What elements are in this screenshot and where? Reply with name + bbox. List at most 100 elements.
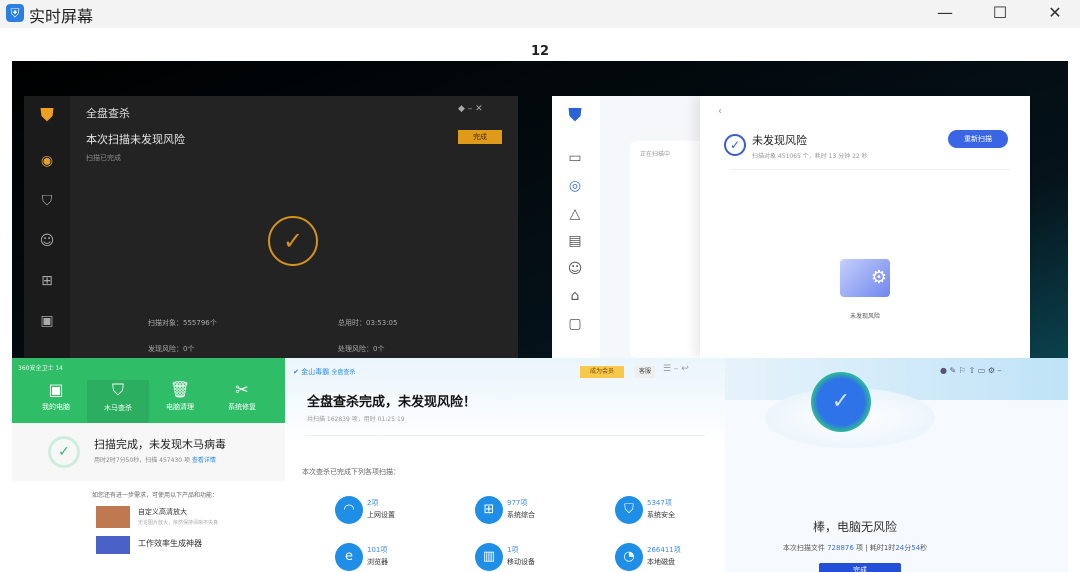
- headline: 全盘查杀完成，未发现风险！: [307, 395, 477, 410]
- report-icon[interactable]: ▣: [37, 311, 57, 331]
- promo-intro: 如您还有进一步需求，可使用以下产品和功能：: [92, 492, 219, 499]
- sidebar: ⛊ ◉ ⛉ ☺ ⊞ ▣: [24, 96, 70, 358]
- status-text: 扫描已完成: [86, 154, 121, 162]
- scan-summary: 用时2时7分50秒，扫描 457430 项 查看详情: [94, 455, 216, 464]
- blue-antivirus-window: ⛊ ▭ ◎ △ ▤ ☺ ⌂ ▢ 正在扫描中 ‹ ✓ 未发现风险 扫描对象 451…: [552, 96, 1030, 358]
- tab-cleanup[interactable]: 🗑 电脑清理: [149, 380, 211, 412]
- tab-repair[interactable]: ✂ 系统修复: [211, 380, 273, 412]
- screen-number: 12: [530, 44, 550, 59]
- shield-icon[interactable]: ◎: [565, 176, 585, 196]
- window-controls-icon[interactable]: ◆ – ✕: [458, 104, 483, 114]
- item-count: 977项: [507, 499, 528, 507]
- tab-label: 我的电脑: [42, 403, 70, 411]
- item-count: 1项: [507, 546, 519, 554]
- item-label: 浏览器: [367, 558, 388, 566]
- close-button[interactable]: ✕: [1032, 2, 1078, 26]
- headline: 扫描完成，未发现木马病毒: [94, 438, 226, 451]
- scan-item: ⊞ 977项 系统综合: [475, 496, 605, 532]
- tab-label: 电脑清理: [166, 403, 194, 411]
- scanning-text: 正在扫描中: [640, 151, 671, 158]
- divider: [305, 435, 705, 436]
- summary-text: 用时2时7分50秒，扫描 457430 项: [94, 457, 190, 464]
- seconds-unit: 秒: [920, 544, 928, 552]
- item-label: 上网设置: [367, 511, 395, 519]
- window-title: 全盘查杀: [86, 107, 130, 120]
- 360-window: 360安全卫士 14 ▣ 我的电脑 ⛉ 木马查杀 🗑 电脑清理 ✂ 系统修复 ✓ 扫描完…: [12, 358, 287, 572]
- window-title: 实时屏幕: [29, 7, 94, 26]
- stat-handled: 处理风险：0个: [338, 345, 385, 353]
- intro-text: 本次查杀已完成下列各项扫描：: [302, 468, 400, 476]
- user-icon[interactable]: ☺: [565, 259, 585, 279]
- stat-scanned: 扫描对象：555796个: [148, 319, 217, 327]
- headline: 棒，电脑无风险: [812, 520, 897, 534]
- service-button[interactable]: 客服: [635, 366, 655, 378]
- background-panel: 正在扫描中: [630, 141, 710, 358]
- divider: [730, 169, 1010, 170]
- shield-icon: ⛉: [615, 496, 643, 524]
- window-controls-icon[interactable]: ☰ – ↩: [663, 364, 689, 374]
- file-count: 728876: [827, 544, 854, 552]
- check-icon: ✓: [268, 216, 318, 266]
- empty-text: 未发现风险: [849, 313, 880, 320]
- user-icon[interactable]: ☺: [37, 231, 57, 251]
- shield-icon: ⛉: [111, 380, 124, 399]
- minutes: 24: [895, 544, 905, 552]
- wrench-icon: ✂: [235, 380, 249, 399]
- vip-button[interactable]: 成为会员: [580, 366, 624, 378]
- title-bar: ⛨ 实时屏幕 — ☐ ✕: [0, 0, 1080, 28]
- item-count: 2项: [367, 499, 379, 507]
- folder-gear-icon: ⚙: [840, 259, 890, 297]
- app-label: 金山毒霸: [301, 368, 330, 376]
- details-link[interactable]: 查看详情: [192, 457, 216, 464]
- disk-icon: ◔: [615, 543, 643, 571]
- toolbar-icons[interactable]: ● ✎ ⚐ ⇧ ▭ ⚙ –: [940, 366, 1002, 375]
- scan-summary: 本次扫描文件 728876 项 | 耗时1时24分54秒: [725, 543, 985, 553]
- remote-screen[interactable]: ⛊ ◉ ⛉ ☺ ⊞ ▣ 全盘查杀 ◆ – ✕ 本次扫描未发现风险 扫描已完成 完…: [12, 61, 1068, 572]
- promo-title[interactable]: 自定义高清放大: [138, 507, 187, 517]
- item-count: 101项: [367, 546, 388, 554]
- tab-label: 木马查杀: [104, 404, 132, 412]
- summary-prefix: 本次扫描文件: [782, 544, 825, 552]
- duba-window: ✔ 金山毒霸 全盘查杀 成为会员 客服 ☰ – ↩ 全盘查杀完成，未发现风险！ …: [285, 358, 725, 572]
- scan-item: ◠ 2项上网设置: [335, 496, 465, 532]
- done-button[interactable]: 完成: [819, 563, 901, 572]
- toolbox-icon[interactable]: ⌂: [565, 286, 585, 306]
- check-icon: ✓: [48, 436, 80, 468]
- cleanup-icon[interactable]: △: [565, 204, 585, 224]
- item-count: 266411项: [647, 546, 681, 554]
- result-panel: ‹ ✓ 未发现风险 扫描对象 451065 个，耗时 13 分钟 22 秒 重新…: [700, 96, 1030, 358]
- dark-antivirus-window: ⛊ ◉ ⛉ ☺ ⊞ ▣ 全盘查杀 ◆ – ✕ 本次扫描未发现风险 扫描已完成 完…: [24, 96, 518, 358]
- computer-icon[interactable]: ▭: [565, 148, 585, 168]
- item-count: 5347项: [647, 499, 672, 507]
- rescan-button[interactable]: 重新扫描: [948, 130, 1008, 148]
- bag-icon[interactable]: ▢: [565, 314, 585, 334]
- tab-my-computer[interactable]: ▣ 我的电脑: [25, 380, 87, 412]
- browser-icon: e: [335, 543, 363, 571]
- back-icon[interactable]: ‹: [718, 106, 722, 117]
- promo-image: [96, 536, 130, 554]
- minimize-button[interactable]: —: [922, 2, 968, 26]
- monitor-icon: ▣: [48, 380, 64, 399]
- tab-trojan-scan[interactable]: ⛉ 木马查杀: [87, 380, 149, 423]
- headline: 未发现风险: [752, 134, 807, 147]
- maximize-button[interactable]: ☐: [977, 2, 1023, 26]
- done-button[interactable]: 完成: [458, 130, 502, 144]
- scan-summary: 扫描对象 451065 个，耗时 13 分钟 22 秒: [752, 153, 868, 160]
- box-icon[interactable]: ▤: [565, 231, 585, 251]
- shield-icon[interactable]: ⛉: [37, 191, 57, 211]
- tab-label: 系统修复: [228, 403, 256, 411]
- wifi-icon: ◠: [335, 496, 363, 524]
- system-icon: ⊞: [475, 496, 503, 524]
- shield-check-icon: ✓: [811, 372, 871, 432]
- stat-time: 总用时：03:53:05: [338, 319, 398, 327]
- headline: 本次扫描未发现风险: [86, 133, 185, 146]
- app-shield-icon: ⛨: [6, 4, 24, 22]
- seconds: 54: [911, 544, 921, 552]
- header: 360安全卫士 14 ▣ 我的电脑 ⛉ 木马查杀 🗑 电脑清理 ✂ 系统修复: [12, 358, 287, 423]
- promo-title[interactable]: 工作效率生成神器: [138, 538, 202, 549]
- apps-icon[interactable]: ⊞: [37, 271, 57, 291]
- scan-icon[interactable]: ◉: [37, 151, 57, 171]
- usb-icon: ▥: [475, 543, 503, 571]
- item-label: 系统安全: [647, 511, 675, 519]
- promo-image: [96, 506, 130, 528]
